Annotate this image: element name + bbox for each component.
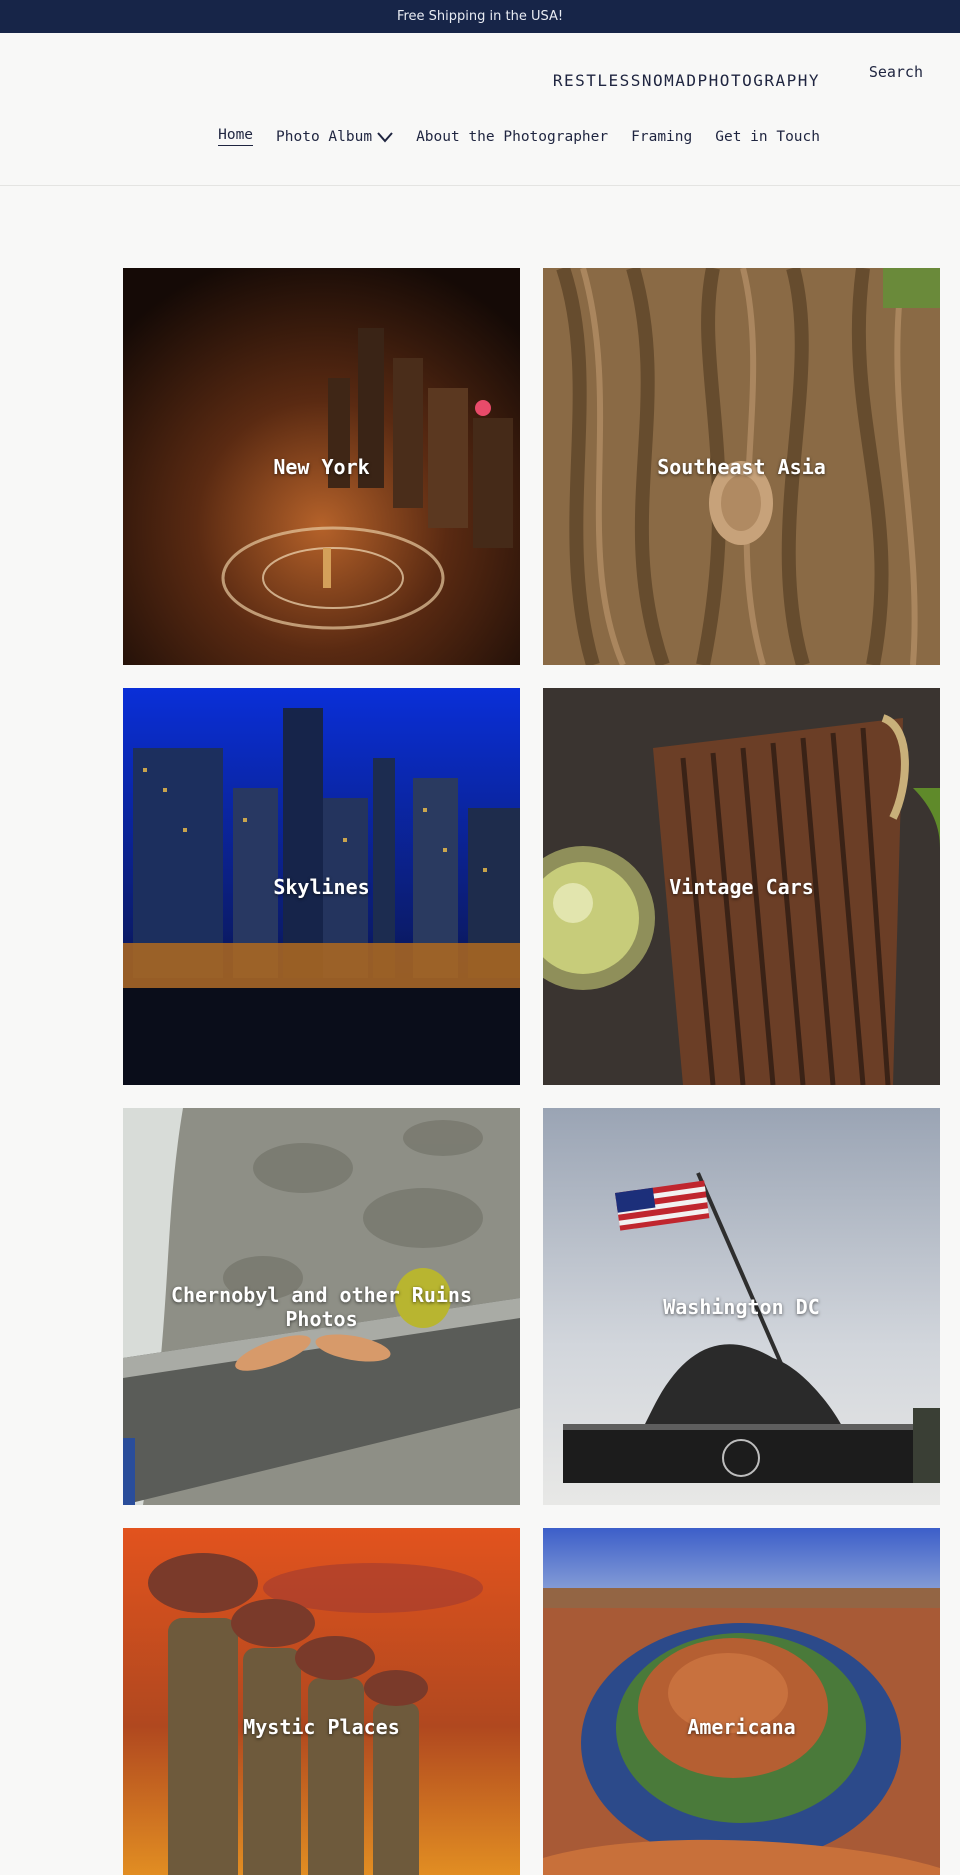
nav-label: Get in Touch xyxy=(715,128,820,145)
nav-item-about[interactable]: About the Photographer xyxy=(416,129,608,145)
chevron-down-icon[interactable] xyxy=(377,131,393,143)
main-nav: Home Photo Album About the Photographer … xyxy=(218,127,820,146)
tile-image xyxy=(543,1528,940,1875)
nav-item-contact[interactable]: Get in Touch xyxy=(715,129,820,145)
tile-title: Skylines xyxy=(273,874,370,899)
tile-title: Mystic Places xyxy=(243,1714,400,1739)
announcement-text: Free Shipping in the USA! xyxy=(396,9,564,24)
tile-title: Washington DC xyxy=(663,1294,820,1319)
gallery-tile-new-york[interactable]: New York xyxy=(123,268,520,665)
nav-label: Framing xyxy=(631,128,693,145)
site-header: RESTLESSNOMADPHOTOGRAPHY Search Home Pho… xyxy=(0,33,960,186)
tile-image xyxy=(123,1528,520,1875)
tile-title: Americana xyxy=(687,1714,796,1739)
search-link[interactable]: Search xyxy=(869,63,923,81)
gallery-tile-americana[interactable]: Americana xyxy=(543,1528,940,1875)
gallery-tile-washington-dc[interactable]: Washington DC xyxy=(543,1108,940,1505)
nav-item-photo-album[interactable]: Photo Album xyxy=(276,129,393,145)
nav-item-home[interactable]: Home xyxy=(218,127,254,146)
gallery-grid: New York Southeast Asia Skylines Vintage… xyxy=(123,268,941,1875)
gallery-tile-vintage-cars[interactable]: Vintage Cars xyxy=(543,688,940,1085)
nav-label: Photo Album xyxy=(276,128,373,145)
tile-title: Vintage Cars xyxy=(669,874,814,899)
nav-item-framing[interactable]: Framing xyxy=(631,129,692,145)
tile-title: Chernobyl and other Ruins Photos xyxy=(170,1282,473,1331)
gallery-tile-mystic-places[interactable]: Mystic Places xyxy=(123,1528,520,1875)
site-title[interactable]: RESTLESSNOMADPHOTOGRAPHY xyxy=(553,71,820,90)
tile-title: Southeast Asia xyxy=(657,454,826,479)
tile-title: New York xyxy=(273,454,370,479)
gallery-tile-skylines[interactable]: Skylines xyxy=(123,688,520,1085)
nav-label: Home xyxy=(218,127,254,146)
announcement-bar: Free Shipping in the USA! xyxy=(0,0,960,33)
nav-label: About the Photographer xyxy=(416,128,609,145)
gallery-tile-southeast-asia[interactable]: Southeast Asia xyxy=(543,268,940,665)
gallery-tile-chernobyl[interactable]: Chernobyl and other Ruins Photos xyxy=(123,1108,520,1505)
